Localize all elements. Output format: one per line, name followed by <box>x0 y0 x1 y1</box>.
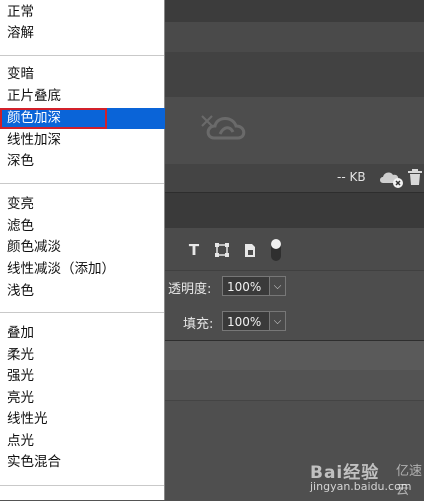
chevron-down-icon[interactable]: ⌵ <box>270 311 286 331</box>
cloud-offline-icon[interactable] <box>378 168 404 188</box>
blend-mode-item[interactable]: 线性减淡（添加） <box>0 259 164 280</box>
opacity-input[interactable]: 100% <box>222 276 270 296</box>
smart-object-filter-icon[interactable] <box>241 241 259 259</box>
watermark: Bai经验 jingyan.baidu.com 亿速云 <box>310 452 424 500</box>
photoshop-panel-area: -- KB T 透明度: 100% ⌵ 填充: 100% ⌵ <box>165 0 424 501</box>
blend-mode-item[interactable]: 正片叠底 <box>0 86 164 107</box>
blend-mode-item[interactable]: 浅色 <box>0 281 164 302</box>
blend-mode-item[interactable]: 变暗 <box>0 64 164 85</box>
type-layer-filter-icon[interactable]: T <box>185 241 203 259</box>
panel-band <box>165 0 424 22</box>
blend-mode-item[interactable]: 叠加 <box>0 323 164 344</box>
watermark-right: 亿速云 <box>396 464 423 498</box>
layer-filter-bar: T <box>165 228 424 270</box>
blend-mode-item[interactable]: 溶解 <box>0 23 164 44</box>
menu-divider <box>0 485 164 486</box>
opacity-row: 透明度: 100% ⌵ <box>165 270 424 303</box>
blend-mode-item[interactable]: 亮光 <box>0 388 164 409</box>
blend-mode-item[interactable]: 柔光 <box>0 345 164 366</box>
blend-mode-item-selected[interactable]: 颜色加深 <box>0 108 107 129</box>
blend-mode-menu: 正常 溶解 变暗 正片叠底 颜色加深 线性加深 深色 变亮 滤色 颜色减淡 线性… <box>0 0 165 500</box>
panel-tabs-bar <box>165 192 424 229</box>
menu-divider <box>0 312 164 313</box>
menu-divider <box>0 55 164 56</box>
selection-highlight <box>107 108 165 129</box>
fill-label: 填充: <box>183 317 214 332</box>
blend-mode-item[interactable]: 强光 <box>0 366 164 387</box>
chevron-down-icon[interactable]: ⌵ <box>270 276 286 296</box>
opacity-label: 透明度: <box>168 282 212 297</box>
menu-divider <box>0 183 164 184</box>
filter-toggle-icon[interactable] <box>271 239 281 261</box>
fill-row: 填充: 100% ⌵ <box>165 302 424 340</box>
blend-mode-item[interactable]: 点光 <box>0 431 164 452</box>
blend-mode-item[interactable]: 正常 <box>0 2 164 23</box>
blend-mode-item[interactable]: 线性加深 <box>0 130 164 151</box>
layer-row[interactable] <box>165 340 424 371</box>
blend-mode-item[interactable]: 实色混合 <box>0 452 164 473</box>
library-content <box>165 97 424 164</box>
trash-icon[interactable] <box>407 168 423 186</box>
blend-mode-item[interactable]: 滤色 <box>0 216 164 237</box>
library-size-text: -- KB <box>337 170 366 184</box>
creative-cloud-offline-icon <box>201 115 246 140</box>
blend-mode-item[interactable]: 变亮 <box>0 194 164 215</box>
blend-mode-item[interactable]: 颜色减淡 <box>0 237 164 258</box>
libraries-toolbar <box>165 52 424 139</box>
shape-layer-filter-icon[interactable] <box>213 241 231 259</box>
fill-input[interactable]: 100% <box>222 311 270 331</box>
blend-mode-item[interactable]: 深色 <box>0 151 164 172</box>
library-status-bar: -- KB <box>165 164 424 192</box>
panel-band <box>165 22 424 52</box>
layer-row[interactable] <box>165 370 424 400</box>
blend-mode-item[interactable]: 线性光 <box>0 409 164 430</box>
